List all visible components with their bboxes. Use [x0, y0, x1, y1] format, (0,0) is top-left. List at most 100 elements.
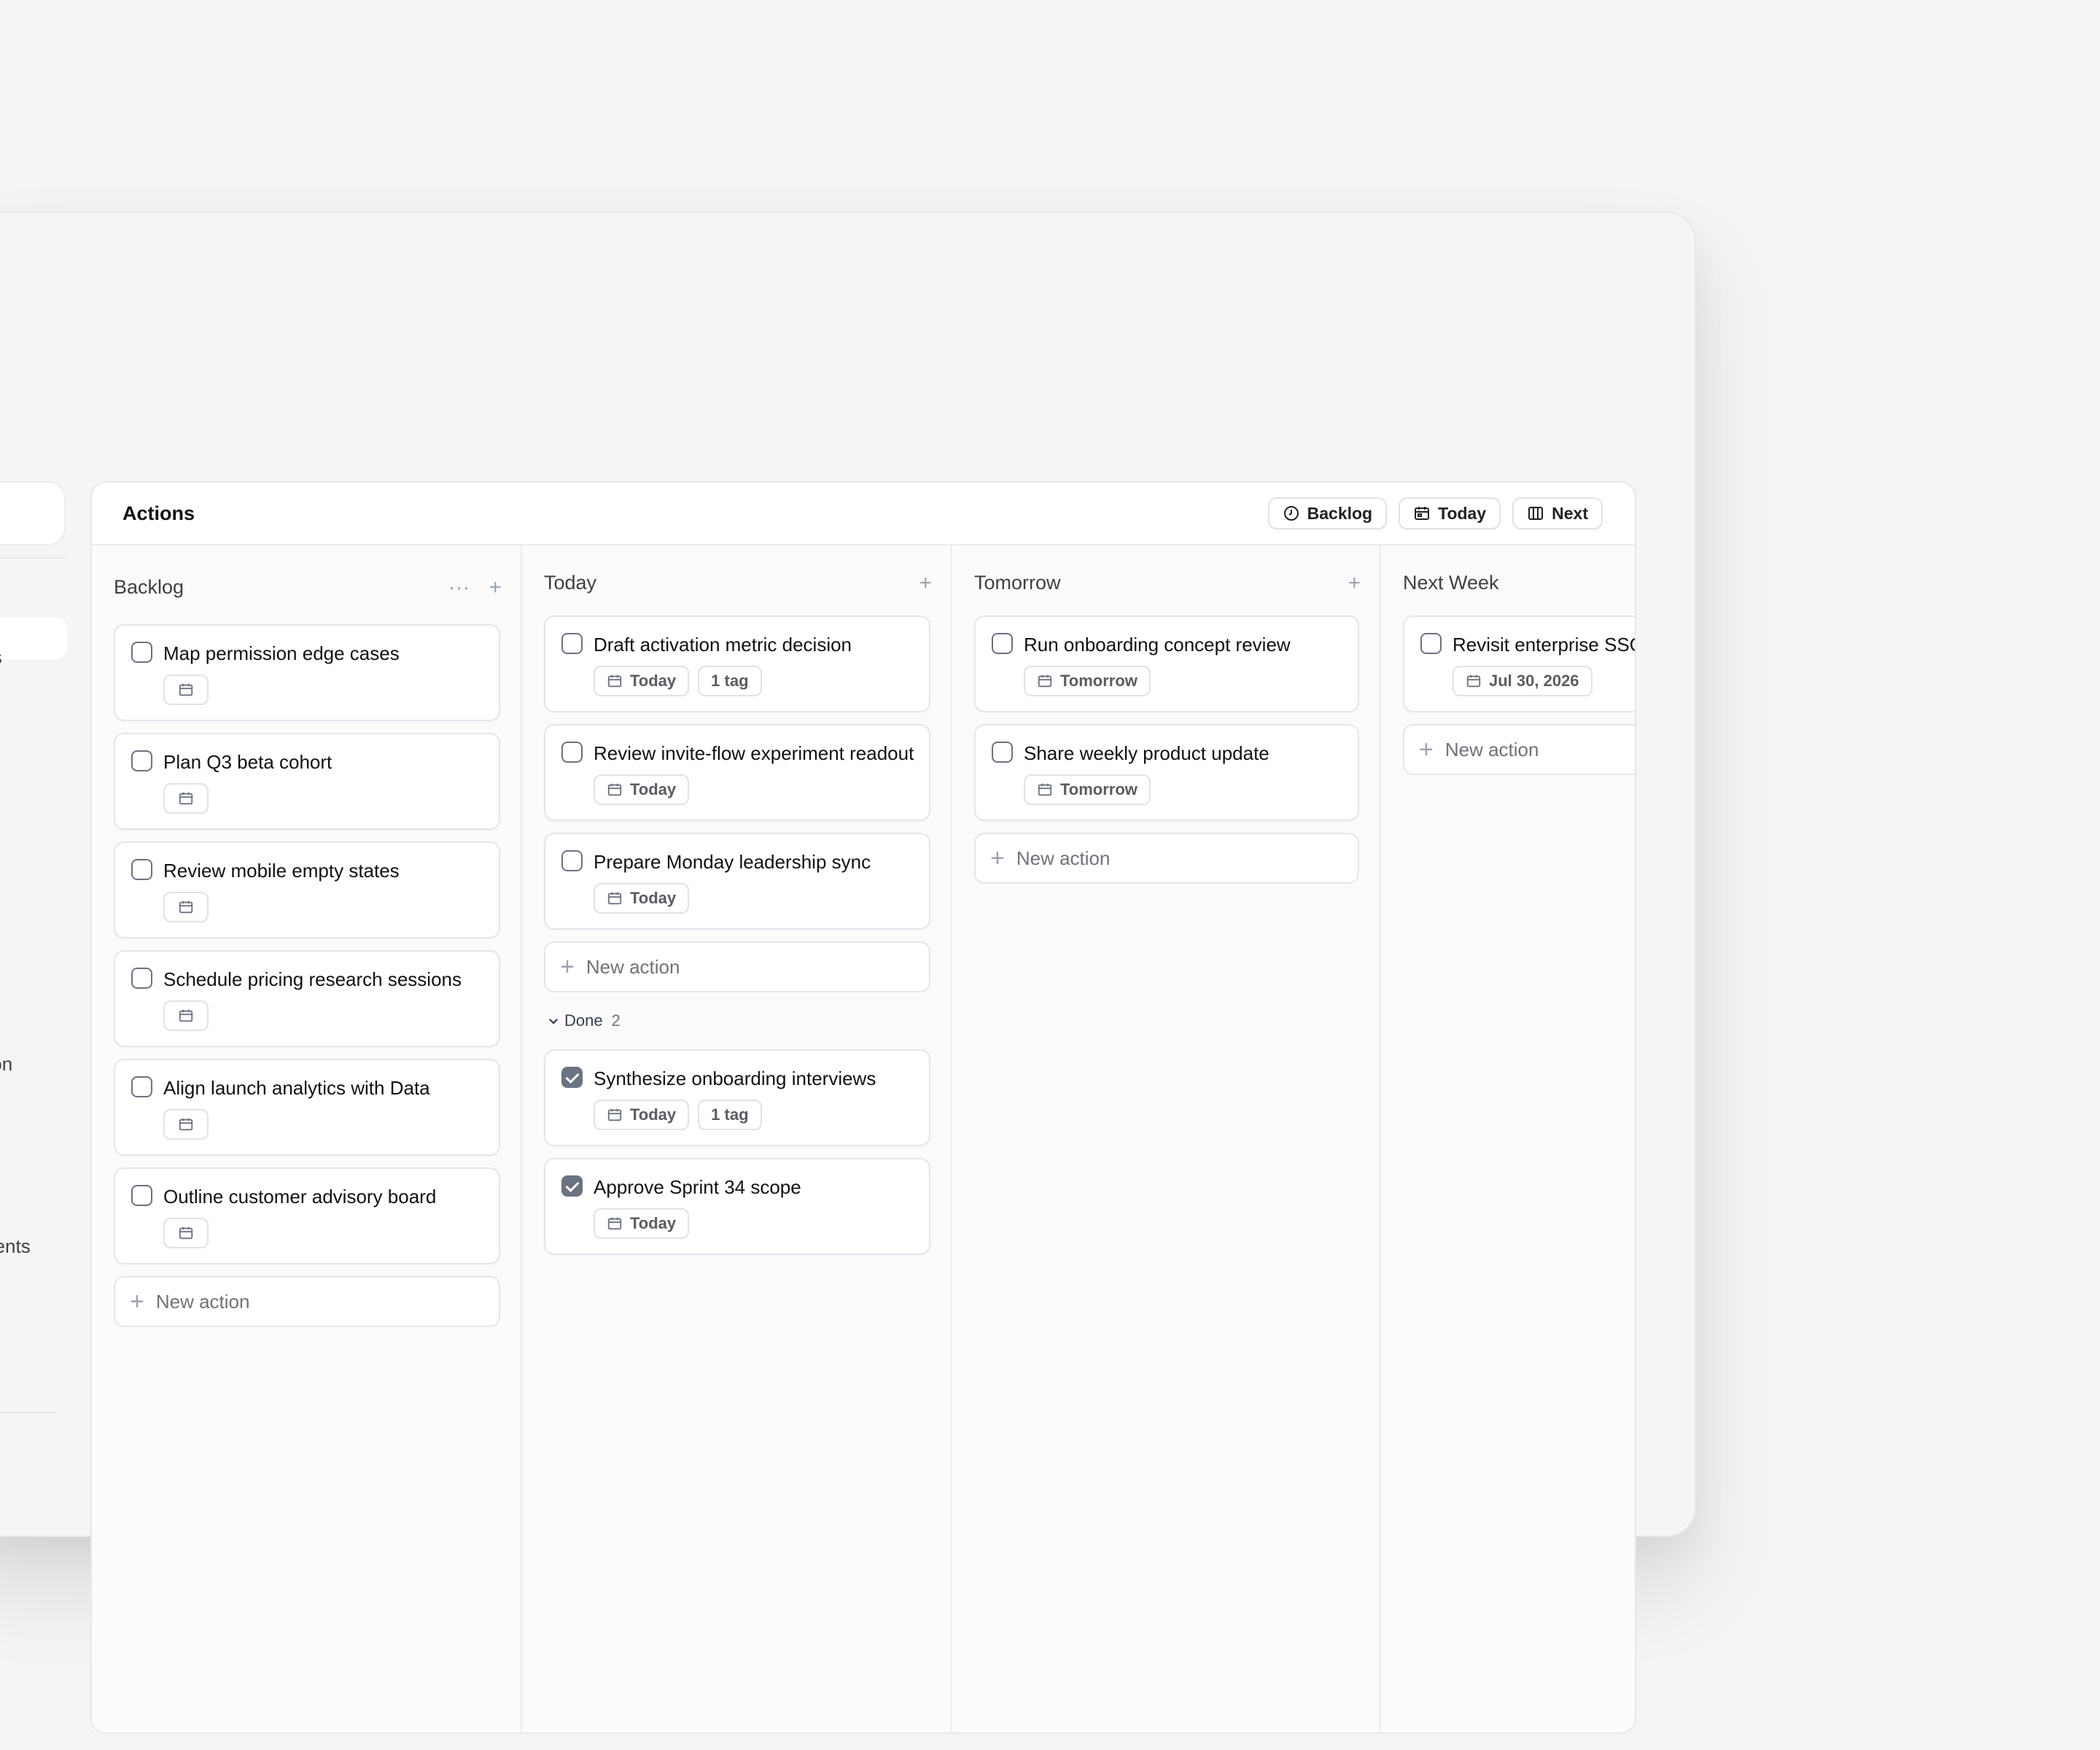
action-card[interactable]: Run onboarding concept review Tomorrow — [974, 615, 1359, 712]
calendar-icon — [607, 783, 622, 796]
date-chip[interactable]: Today — [594, 1100, 690, 1130]
checkbox[interactable] — [992, 742, 1013, 763]
date-chip[interactable]: Jul 30, 2026 — [1452, 666, 1592, 696]
action-card[interactable]: Draft activation metric decision Today 1… — [544, 615, 930, 712]
column-title: Tomorrow — [974, 572, 1061, 594]
date-chip[interactable] — [163, 1000, 209, 1031]
date-chip[interactable] — [163, 674, 209, 705]
column-backlog: Backlog ··· + Map permission edge cases — [92, 545, 522, 1732]
sidebar-search-box[interactable] — [0, 481, 66, 545]
calendar-icon — [179, 1009, 193, 1022]
checkbox[interactable] — [561, 633, 583, 654]
action-card[interactable]: Align launch analytics with Data — [114, 1059, 500, 1156]
checkbox[interactable] — [131, 750, 152, 771]
done-section-toggle[interactable]: Done 2 — [547, 1011, 930, 1030]
add-icon[interactable]: + — [489, 576, 502, 599]
calendar-icon — [607, 892, 622, 905]
actions-panel: Actions Backlog Today Next Backlog ··· +… — [90, 481, 1636, 1734]
calendar-icon — [607, 1108, 622, 1121]
new-action-button[interactable]: + New action — [1403, 724, 1635, 775]
checkbox[interactable] — [131, 1076, 152, 1097]
action-card[interactable]: Share weekly product update Tomorrow — [974, 724, 1359, 821]
date-chip[interactable] — [163, 1109, 209, 1140]
sidebar-item[interactable]: ce — [0, 691, 45, 714]
column-today: Today + Draft activation metric decision… — [522, 545, 952, 1732]
sidebar-item[interactable]: ization — [0, 1053, 45, 1076]
sidebar-item[interactable]: ons — [0, 872, 45, 895]
tag-chip[interactable]: 1 tag — [698, 1100, 762, 1130]
column-header: Tomorrow + — [974, 572, 1361, 594]
date-chip[interactable] — [163, 1218, 209, 1248]
column-tomorrow: Tomorrow + Run onboarding concept review… — [952, 545, 1381, 1732]
view-next-button[interactable]: Next — [1512, 497, 1603, 529]
calendar-icon — [179, 683, 193, 696]
more-icon[interactable]: ··· — [448, 576, 470, 599]
clock-icon — [1283, 506, 1299, 521]
view-today-button[interactable]: Today — [1399, 497, 1501, 529]
column-title: Backlog — [114, 576, 184, 598]
checkbox[interactable] — [131, 642, 152, 663]
action-card[interactable]: Map permission edge cases — [114, 624, 500, 721]
plus-icon: + — [1419, 736, 1434, 763]
plus-icon: + — [990, 844, 1005, 872]
date-chip[interactable]: Tomorrow — [1024, 774, 1151, 805]
checkbox[interactable] — [131, 859, 152, 880]
new-action-button[interactable]: + New action — [114, 1276, 500, 1327]
action-card[interactable]: Revisit enterprise SSO Jul 30, 2026 — [1403, 615, 1635, 712]
add-icon[interactable]: + — [919, 572, 932, 594]
checkbox[interactable] — [131, 1185, 152, 1206]
checkbox-checked[interactable] — [561, 1067, 583, 1088]
date-chip[interactable]: Today — [594, 1208, 690, 1239]
checkbox[interactable] — [131, 968, 152, 989]
calendar-icon — [607, 1217, 622, 1230]
new-action-button[interactable]: + New action — [974, 833, 1359, 884]
column-title: Today — [544, 572, 597, 594]
action-card[interactable]: Prepare Monday leadership sync Today — [544, 833, 930, 930]
panel-header: Actions Backlog Today Next — [92, 483, 1635, 545]
date-chip[interactable]: Today — [594, 666, 690, 696]
app-window: ging iness ce ship ent ons very y izatio… — [0, 211, 1696, 1734]
checkbox-checked[interactable] — [561, 1175, 583, 1197]
action-card[interactable]: Review mobile empty states — [114, 841, 500, 938]
action-card[interactable]: Schedule pricing research sessions — [114, 950, 500, 1047]
column-next-week: Next Week Revisit enterprise SSO Jul 30,… — [1381, 545, 1635, 1732]
sidebar-item[interactable]: eriments — [0, 1235, 45, 1258]
action-card[interactable]: Review invite-flow experiment readout To… — [544, 724, 930, 821]
view-backlog-button[interactable]: Backlog — [1267, 497, 1388, 529]
view-switcher: Backlog Today Next — [1267, 497, 1603, 529]
calendar-today-icon — [1415, 507, 1430, 520]
checkbox[interactable] — [1420, 633, 1442, 654]
sidebar-divider — [0, 557, 67, 559]
sidebar-item[interactable]: ging — [0, 601, 45, 623]
date-chip[interactable] — [163, 783, 209, 814]
sidebar-item[interactable]: very — [0, 962, 45, 985]
column-header: Backlog ··· + — [114, 576, 502, 599]
calendar-icon — [179, 1118, 193, 1131]
columns-icon — [1528, 507, 1544, 520]
column-title: Next Week — [1403, 572, 1499, 594]
action-card[interactable]: Plan Q3 beta cohort — [114, 733, 500, 830]
checkbox[interactable] — [561, 850, 583, 871]
chevron-down-icon — [548, 1018, 559, 1024]
date-chip[interactable] — [163, 892, 209, 922]
add-icon[interactable]: + — [1348, 572, 1361, 594]
calendar-icon — [607, 674, 622, 688]
checkbox[interactable] — [992, 633, 1013, 654]
new-action-button[interactable]: + New action — [544, 941, 930, 992]
sidebar-divider — [0, 1412, 57, 1413]
action-card[interactable]: Outline customer advisory board — [114, 1167, 500, 1264]
page-title: Actions — [122, 502, 195, 524]
column-header: Next Week — [1403, 572, 1635, 594]
checkbox[interactable] — [561, 742, 583, 763]
sidebar-item[interactable]: ent — [0, 827, 45, 849]
tag-chip[interactable]: 1 tag — [698, 666, 762, 696]
sidebar-item[interactable]: ship — [0, 782, 45, 804]
sidebar-item[interactable]: y — [0, 1008, 45, 1030]
date-chip[interactable]: Tomorrow — [1024, 666, 1151, 696]
date-chip[interactable]: Today — [594, 774, 690, 805]
action-card-done[interactable]: Synthesize onboarding interviews Today 1… — [544, 1049, 930, 1146]
calendar-icon — [1038, 783, 1052, 796]
date-chip[interactable]: Today — [594, 883, 690, 914]
sidebar-item[interactable]: iness — [0, 646, 45, 669]
action-card-done[interactable]: Approve Sprint 34 scope Today — [544, 1158, 930, 1255]
